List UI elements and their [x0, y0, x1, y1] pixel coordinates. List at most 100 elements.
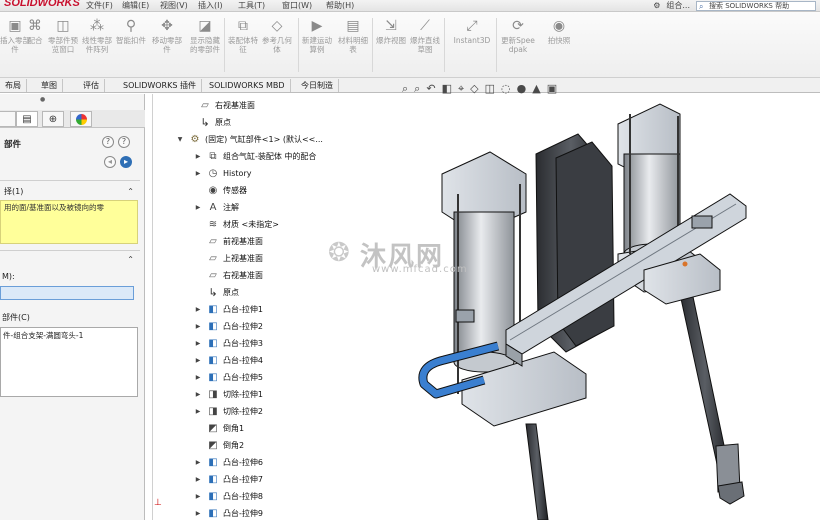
extrude-icon: ◧: [208, 456, 218, 468]
selection-section-header[interactable]: 择(1) ⌃: [0, 186, 140, 198]
tree-item-cylinder-assembly[interactable]: ▼ ⚙ (固定) 气缸部件<1> (默认<<...: [175, 131, 323, 148]
bom-button[interactable]: ▤ 材料明细表: [338, 16, 368, 74]
menu-tools[interactable]: 工具(T): [238, 0, 265, 11]
command-manager-ribbon: ▣ 插入零部件 ⌘ 配合 ◫ 零部件预览窗口 ⁂ 线性零部件阵列 ⚲ 智能扣件 ✥ 移动零部…: [0, 12, 820, 78]
tree-item-boss-extrude7[interactable]: ▶ ◧ 凸台-拉伸7: [193, 471, 263, 488]
solidworks-logo: SOLIDWORKS: [4, 0, 80, 9]
tree-item-boss-extrude1[interactable]: ▶ ◧ 凸台-拉伸1: [193, 301, 263, 318]
instant3d-button[interactable]: ⤢ Instant3D: [452, 16, 492, 74]
component-preview-button[interactable]: ◫ 零部件预览窗口: [48, 16, 78, 74]
document-title: 组合...: [666, 1, 690, 10]
tree-item-boss-extrude5[interactable]: ▶ ◧ 凸台-拉伸5: [193, 369, 263, 386]
feature-manager-tab[interactable]: [0, 111, 16, 127]
extrude-icon: ◧: [208, 473, 218, 485]
tree-item-cut-extrude2[interactable]: ▶ ◨ 切除-拉伸2: [193, 403, 263, 420]
expand-arrow-icon[interactable]: ▶: [193, 170, 203, 177]
explode-line-button[interactable]: ⟋ 爆炸直线草图: [410, 16, 440, 74]
exploded-view-button[interactable]: ⇲ 爆炸视图: [376, 16, 406, 74]
panel-scrollbar[interactable]: [145, 94, 153, 520]
help-icon[interactable]: ?: [102, 136, 114, 148]
tree-item-chamfer1[interactable]: ◩ 倒角1: [193, 420, 244, 437]
tree-item-sensors[interactable]: ◉ 传感器: [193, 182, 247, 199]
tree-item-boss-extrude2[interactable]: ▶ ◧ 凸台-拉伸2: [193, 318, 263, 335]
tree-item-right-plane-2[interactable]: ▱ 右视基准面: [193, 267, 263, 284]
menu-edit[interactable]: 编辑(E): [122, 0, 149, 11]
tree-item-boss-extrude3[interactable]: ▶ ◧ 凸台-拉伸3: [193, 335, 263, 352]
list-item[interactable]: 件-组合支架-满圆弯头-1: [3, 330, 135, 341]
menu-insert[interactable]: 插入(I): [198, 0, 223, 11]
tab-solidworks-mbd[interactable]: SOLIDWORKS MBD: [204, 79, 291, 92]
plane-icon: ▱: [201, 99, 209, 111]
tree-item-right-plane[interactable]: ▱ 右视基准面: [185, 97, 255, 114]
tab-solidworks-addins[interactable]: SOLIDWORKS 插件: [118, 79, 202, 92]
expand-arrow-icon[interactable]: ▶: [193, 493, 203, 500]
linear-pattern-button[interactable]: ⁂ 线性零部件阵列: [82, 16, 112, 74]
collapse-chevron-icon[interactable]: ⌃: [127, 254, 134, 266]
assembly-feature-button[interactable]: ⧉ 装配体特征: [228, 16, 258, 74]
tree-item-boss-extrude4[interactable]: ▶ ◧ 凸台-拉伸4: [193, 352, 263, 369]
panel-grip-icon[interactable]: ●: [40, 96, 45, 103]
tree-item-origin-2[interactable]: ↳ 原点: [193, 284, 239, 301]
tree-item-top-plane[interactable]: ▱ 上视基准面: [193, 250, 263, 267]
collapse-chevron-icon[interactable]: ⌃: [127, 186, 134, 198]
smart-fasteners-button[interactable]: ⚲ 智能扣件: [116, 16, 146, 74]
move-component-button[interactable]: ✥ 移动零部件: [152, 16, 182, 74]
menu-file[interactable]: 文件(F): [86, 0, 113, 11]
show-hidden-button[interactable]: ◪ 显示隐藏的零部件: [190, 16, 220, 74]
tree-item-annotations[interactable]: ▶ A 注解: [193, 199, 239, 216]
gear-icon[interactable]: ⚙: [653, 1, 660, 10]
speedpak-button[interactable]: ⟳ 更新Speedpak: [500, 16, 536, 74]
show-hidden-icon: ◪: [198, 18, 212, 34]
menu-help[interactable]: 帮助(H): [326, 0, 354, 11]
tab-layout[interactable]: 布局: [0, 79, 27, 92]
expand-arrow-icon[interactable]: ▶: [193, 391, 203, 398]
expand-arrow-icon[interactable]: ▶: [193, 204, 203, 211]
tree-item-chamfer2[interactable]: ◩ 倒角2: [193, 437, 244, 454]
tree-item-origin[interactable]: ↳ 原点: [185, 114, 231, 131]
menu-view[interactable]: 视图(V): [160, 0, 188, 11]
next-arrow-icon[interactable]: ▸: [120, 156, 132, 168]
expand-arrow-icon[interactable]: ▶: [193, 510, 203, 517]
expand-arrow-icon[interactable]: ▶: [193, 323, 203, 330]
motion-study-button[interactable]: ▶ 新建运动算例: [302, 16, 332, 74]
tree-item-history[interactable]: ▶ ◷ History: [193, 165, 252, 182]
tree-item-cut-extrude1[interactable]: ▶ ◨ 切除-拉伸1: [193, 386, 263, 403]
help-search-input[interactable]: ⌕ 搜索 SOLIDWORKS 帮助: [696, 0, 816, 11]
section2-header[interactable]: ⌃: [0, 254, 140, 266]
reference-geometry-button[interactable]: ◇ 参考几何体: [262, 16, 292, 74]
display-manager-tab[interactable]: [70, 111, 92, 127]
expand-arrow-icon[interactable]: ▶: [193, 459, 203, 466]
component-preview-icon: ◫: [56, 18, 70, 34]
title-area: ⚙ 组合... ⌕ 搜索 SOLIDWORKS 帮助: [653, 0, 816, 11]
expand-arrow-icon[interactable]: ▶: [193, 153, 203, 160]
property-manager-panel: ● ▤ ⊕ 部件 ? ? ◂ ▸ 择(1) ⌃ 用的面/基准面以及被镜向的零 ⌃…: [0, 94, 145, 520]
expand-arrow-icon[interactable]: ▶: [193, 340, 203, 347]
tab-today-manufacturing[interactable]: 今日制造: [296, 79, 339, 92]
back-arrow-icon[interactable]: ◂: [104, 156, 116, 168]
mirror-plane-field[interactable]: [0, 286, 134, 300]
graphics-area[interactable]: [380, 94, 820, 520]
expand-arrow-icon[interactable]: ▼: [175, 136, 185, 143]
cut-icon: ◨: [208, 388, 218, 400]
tree-item-front-plane[interactable]: ▱ 前视基准面: [193, 233, 263, 250]
expand-arrow-icon[interactable]: ▶: [193, 357, 203, 364]
property-manager-tab[interactable]: ▤: [16, 111, 38, 127]
tree-item-boss-extrude8[interactable]: ▶ ◧ 凸台-拉伸8: [193, 488, 263, 505]
tab-evaluate[interactable]: 评估: [78, 79, 105, 92]
tree-item-mates[interactable]: ▶ ⧉ 组合气缸-装配体 中的配合: [193, 148, 317, 165]
expand-arrow-icon[interactable]: ▶: [193, 306, 203, 313]
explode-line-icon: ⟋: [420, 18, 430, 34]
components-list[interactable]: 件-组合支架-满圆弯头-1: [0, 327, 138, 397]
snapshot-button[interactable]: ◉ 拍快照: [544, 16, 574, 74]
menu-window[interactable]: 窗口(W): [282, 0, 312, 11]
tree-item-material[interactable]: ≋ 材质 <未指定>: [193, 216, 279, 233]
tab-sketch[interactable]: 草图: [36, 79, 63, 92]
detail-help-icon[interactable]: ?: [118, 136, 130, 148]
tree-item-boss-extrude6[interactable]: ▶ ◧ 凸台-拉伸6: [193, 454, 263, 471]
tree-item-boss-extrude9[interactable]: ▶ ◧ 凸台-拉伸9: [193, 505, 263, 520]
configuration-manager-tab[interactable]: ⊕: [42, 111, 64, 127]
expand-arrow-icon[interactable]: ▶: [193, 374, 203, 381]
expand-arrow-icon[interactable]: ▶: [193, 408, 203, 415]
mate-icon: ⌘: [28, 18, 42, 34]
expand-arrow-icon[interactable]: ▶: [193, 476, 203, 483]
